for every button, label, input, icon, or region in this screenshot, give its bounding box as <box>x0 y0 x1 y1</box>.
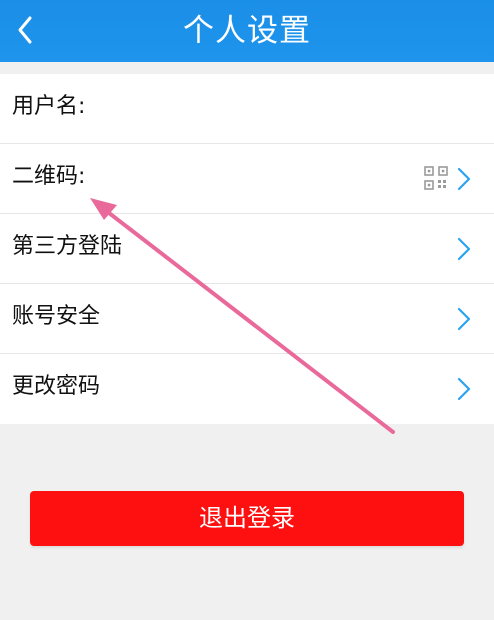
setting-row-change-password[interactable]: 更改密码 <box>0 354 494 424</box>
chevron-right-icon <box>456 166 472 192</box>
settings-list: 用户名: 二维码: 第三方登陆 账号安全 更改密码 <box>0 74 494 424</box>
setting-row-third-party-login[interactable]: 第三方登陆 <box>0 214 494 284</box>
logout-button[interactable]: 退出登录 <box>30 491 464 546</box>
setting-row-username[interactable]: 用户名: <box>0 74 494 144</box>
settings-screen: 个人设置 用户名: 二维码: 第三方登陆 账号安全 更改密码 退出登录 <box>0 0 494 620</box>
setting-label-change-password: 更改密码 <box>12 374 101 399</box>
top-app-bar: 个人设置 <box>0 0 494 62</box>
chevron-right-icon <box>456 236 472 262</box>
qr-code-icon <box>424 166 448 190</box>
chevron-right-icon <box>456 376 472 402</box>
setting-row-account-security[interactable]: 账号安全 <box>0 284 494 354</box>
chevron-right-icon <box>456 306 472 332</box>
setting-label-qrcode: 二维码: <box>12 164 86 189</box>
setting-row-qrcode[interactable]: 二维码: <box>0 144 494 214</box>
setting-label-account-security: 账号安全 <box>12 304 101 329</box>
setting-label-username: 用户名: <box>12 94 86 119</box>
setting-label-third-party-login: 第三方登陆 <box>12 234 123 259</box>
page-title: 个人设置 <box>183 13 311 49</box>
